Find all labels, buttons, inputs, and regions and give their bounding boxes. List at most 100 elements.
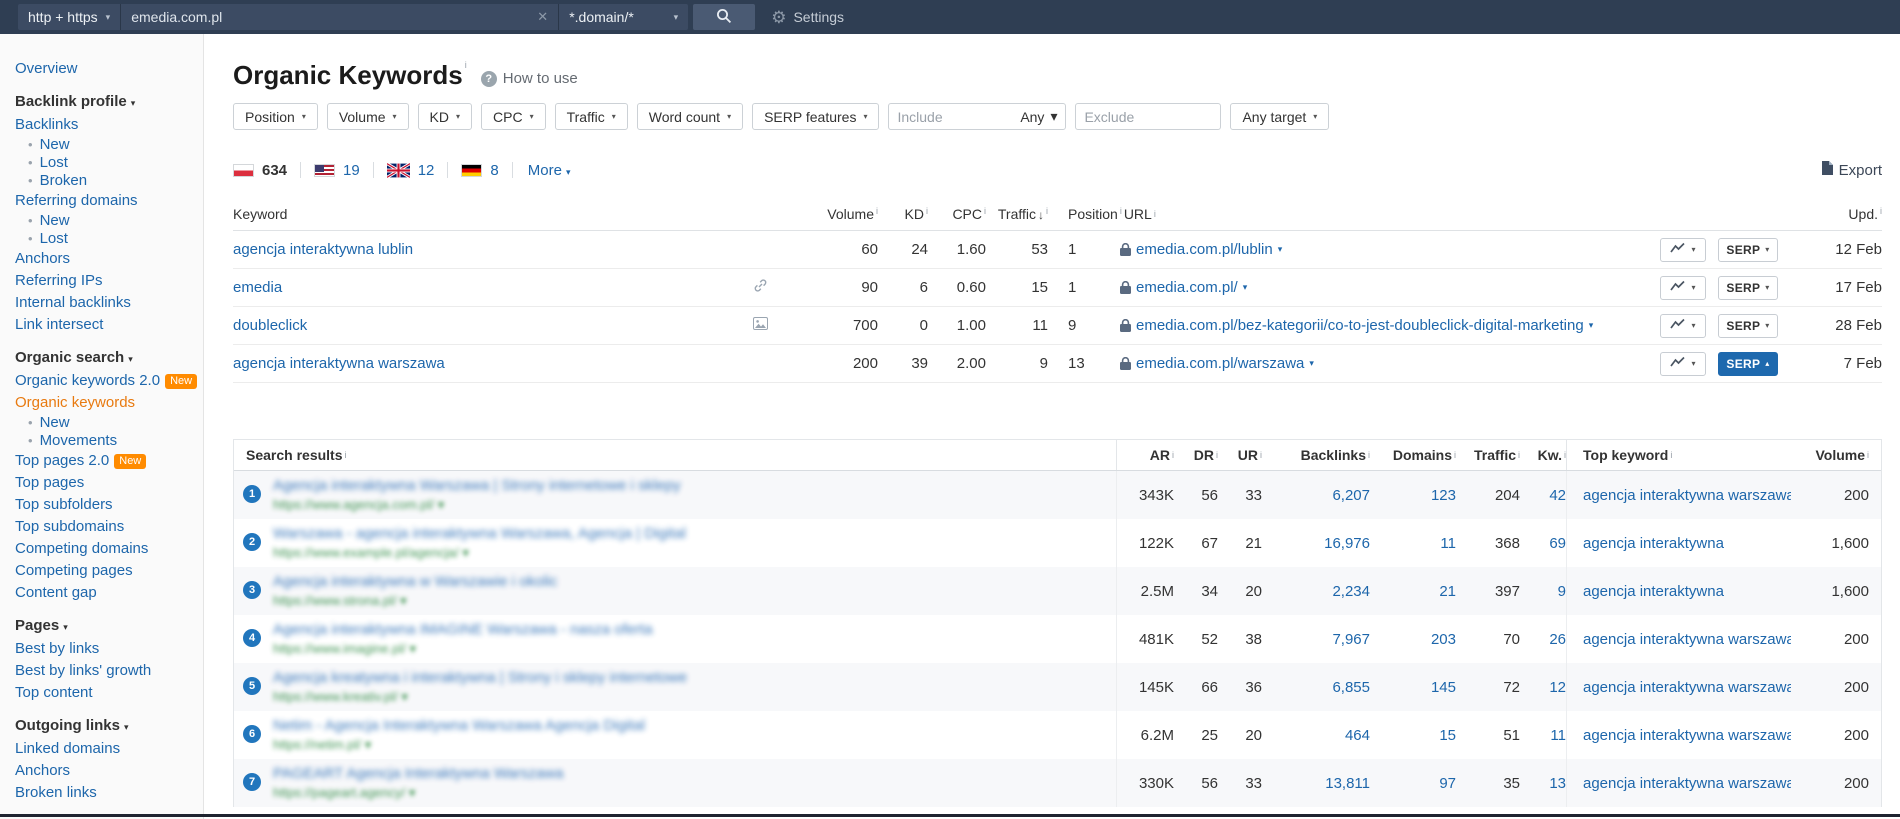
- url-link[interactable]: emedia.com.pl/warszawa: [1136, 355, 1304, 372]
- sidebar-item-referring-ips[interactable]: Referring IPs: [0, 270, 203, 292]
- target-input[interactable]: [131, 9, 530, 25]
- sidebar-subitem-movements[interactable]: • Movements: [0, 432, 203, 450]
- chevron-down-icon[interactable]: ▾: [1243, 282, 1248, 293]
- serp-button[interactable]: SERP ▾: [1718, 237, 1778, 262]
- chevron-down-icon[interactable]: ▾: [1589, 320, 1594, 331]
- col-domains[interactable]: Domains i: [1370, 447, 1456, 463]
- country-tab-gb[interactable]: 12: [386, 162, 434, 179]
- url-link[interactable]: emedia.com.pl/: [1136, 279, 1238, 296]
- sidebar-item-top-pages-2-0[interactable]: Top pages 2.0 New: [0, 450, 203, 472]
- include-input[interactable]: [897, 108, 1021, 125]
- keyword-link[interactable]: agencja interaktywna lublin: [233, 241, 413, 258]
- sidebar-item-internal-backlinks[interactable]: Internal backlinks: [0, 292, 203, 314]
- top-keyword-link[interactable]: agencja interaktywna warszawa: [1583, 631, 1791, 648]
- sidebar-item-competing-pages[interactable]: Competing pages: [0, 560, 203, 582]
- keyword-link[interactable]: doubleclick: [233, 317, 307, 334]
- filter-button-position[interactable]: Position ▾: [233, 103, 318, 130]
- col-backlinks[interactable]: Backlinks i: [1262, 447, 1370, 463]
- position-history-button[interactable]: ▾: [1660, 351, 1706, 376]
- scope-dropdown[interactable]: *.domain/* ▾: [558, 4, 689, 30]
- sidebar-subitem-new[interactable]: • New: [0, 414, 203, 432]
- domains-link[interactable]: 123: [1431, 487, 1456, 504]
- sidebar-item-linked-domains[interactable]: Linked domains: [0, 738, 203, 760]
- sidebar-subitem-new[interactable]: • New: [0, 212, 203, 230]
- backlinks-link[interactable]: 13,811: [1325, 775, 1370, 792]
- help-icon[interactable]: ?: [480, 70, 497, 87]
- domains-link[interactable]: 11: [1440, 535, 1456, 552]
- col-kd[interactable]: KD i: [878, 206, 928, 222]
- sidebar-item-top-subdomains[interactable]: Top subdomains: [0, 516, 203, 538]
- keywords-count-link[interactable]: 11: [1550, 727, 1566, 744]
- how-to-use-link[interactable]: How to use: [503, 70, 578, 87]
- sidebar-item-top-pages[interactable]: Top pages: [0, 472, 203, 494]
- keywords-count-link[interactable]: 42: [1549, 487, 1566, 504]
- top-keyword-link[interactable]: agencja interaktywna warszawa: [1583, 727, 1791, 744]
- sidebar-subitem-new[interactable]: • New: [0, 136, 203, 154]
- backlinks-link[interactable]: 464: [1345, 727, 1370, 744]
- serp-button[interactable]: SERP ▴: [1718, 351, 1778, 376]
- backlinks-link[interactable]: 16,976: [1324, 535, 1370, 552]
- sidebar-subitem-lost[interactable]: • Lost: [0, 154, 203, 172]
- clear-icon[interactable]: ✕: [537, 9, 548, 25]
- keywords-count-link[interactable]: 69: [1549, 535, 1566, 552]
- position-history-button[interactable]: ▾: [1660, 237, 1706, 262]
- sidebar-subitem-broken[interactable]: • Broken: [0, 172, 203, 190]
- keyword-link[interactable]: emedia: [233, 279, 282, 296]
- col-volume[interactable]: Volume i: [793, 206, 878, 222]
- col-keyword[interactable]: Keyword: [233, 206, 753, 222]
- col-serp-traffic[interactable]: Traffic i: [1456, 447, 1520, 463]
- country-tab-pl[interactable]: 634: [233, 162, 287, 179]
- sidebar-item-organic-keywords-2-0[interactable]: Organic keywords 2.0 New: [0, 370, 203, 392]
- col-position[interactable]: Position i: [1048, 206, 1122, 222]
- sidebar-heading-backlink-profile[interactable]: Backlink profile ▾: [0, 91, 203, 114]
- keyword-link[interactable]: agencja interaktywna warszawa: [233, 355, 445, 372]
- more-dropdown[interactable]: More ▾: [528, 162, 571, 179]
- any-target-dropdown[interactable]: Any target ▾: [1230, 103, 1330, 130]
- position-history-button[interactable]: ▾: [1660, 275, 1706, 300]
- sidebar-item-anchors[interactable]: Anchors: [0, 248, 203, 270]
- filter-button-volume[interactable]: Volume ▾: [326, 103, 409, 130]
- sidebar-item-top-subfolders[interactable]: Top subfolders: [0, 494, 203, 516]
- backlinks-link[interactable]: 7,967: [1332, 631, 1370, 648]
- serp-button[interactable]: SERP ▾: [1718, 275, 1778, 300]
- top-keyword-link[interactable]: agencja interaktywna warszawa: [1583, 679, 1791, 696]
- sidebar-heading-outgoing-links[interactable]: Outgoing links ▾: [0, 715, 203, 738]
- export-button[interactable]: Export: [1821, 161, 1882, 179]
- filter-button-serp-features[interactable]: SERP features ▾: [752, 103, 880, 130]
- sidebar-item-referring-domains[interactable]: Referring domains: [0, 190, 203, 212]
- backlinks-link[interactable]: 6,855: [1332, 679, 1370, 696]
- exclude-input[interactable]: [1084, 108, 1213, 125]
- col-cpc[interactable]: CPC i: [928, 206, 986, 222]
- country-tab-us[interactable]: 19: [314, 162, 360, 179]
- sidebar-item-best-by-links[interactable]: Best by links: [0, 638, 203, 660]
- top-keyword-link[interactable]: agencja interaktywna warszawa: [1583, 775, 1791, 792]
- include-any-dropdown[interactable]: Any ▾: [1020, 108, 1057, 125]
- col-ur[interactable]: UR i: [1218, 447, 1262, 463]
- sidebar-item-top-content[interactable]: Top content: [0, 682, 203, 704]
- keywords-count-link[interactable]: 12: [1549, 679, 1566, 696]
- col-kw-count[interactable]: Kw. i: [1520, 447, 1566, 463]
- top-keyword-link[interactable]: agencja interaktywna: [1583, 535, 1724, 552]
- keywords-count-link[interactable]: 13: [1549, 775, 1566, 792]
- top-keyword-link[interactable]: agencja interaktywna: [1583, 583, 1724, 600]
- position-history-button[interactable]: ▾: [1660, 313, 1706, 338]
- sidebar-item-anchors[interactable]: Anchors: [0, 760, 203, 782]
- domains-link[interactable]: 15: [1439, 727, 1456, 744]
- col-serp-volume[interactable]: Volume i: [1791, 447, 1881, 463]
- sidebar-heading-pages[interactable]: Pages ▾: [0, 615, 203, 638]
- sidebar-item-organic-keywords[interactable]: Organic keywords: [0, 392, 203, 414]
- filter-button-traffic[interactable]: Traffic ▾: [554, 103, 628, 130]
- col-top-keyword[interactable]: Top keyword i: [1566, 440, 1791, 470]
- sidebar-item-best-by-links-growth[interactable]: Best by links' growth: [0, 660, 203, 682]
- filter-button-word-count[interactable]: Word count ▾: [636, 103, 744, 130]
- domains-link[interactable]: 145: [1431, 679, 1456, 696]
- domains-link[interactable]: 21: [1439, 583, 1456, 600]
- col-updated[interactable]: Upd. i: [1790, 206, 1882, 222]
- domains-link[interactable]: 97: [1439, 775, 1456, 792]
- filter-button-cpc[interactable]: CPC ▾: [481, 103, 546, 130]
- col-traffic[interactable]: Traffic ↓ i: [986, 206, 1048, 222]
- sidebar-subitem-lost[interactable]: • Lost: [0, 230, 203, 248]
- url-link[interactable]: emedia.com.pl/bez-kategorii/co-to-jest-d…: [1136, 317, 1584, 334]
- col-url[interactable]: URL i: [1122, 206, 1660, 222]
- sidebar-item-link-intersect[interactable]: Link intersect: [0, 314, 203, 336]
